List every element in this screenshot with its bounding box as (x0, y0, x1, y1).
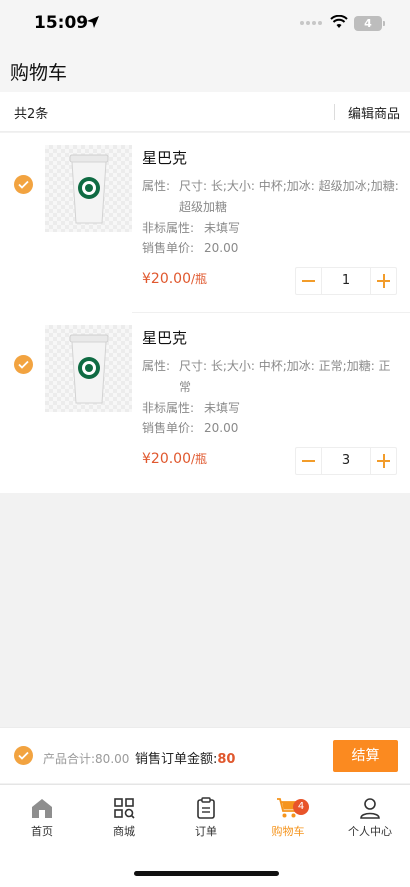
unit-price-label: 销售单价: (142, 421, 195, 435)
attribute-value: 尺寸: 长;大小: 中杯;加冰: 正常;加糖: 正常 (179, 359, 391, 394)
increase-quantity-button[interactable] (370, 448, 396, 474)
page-title: 购物车 (10, 62, 68, 84)
quantity-stepper: 3 (295, 447, 397, 475)
cart-summary-bar: 共2条 编辑商品 (0, 92, 410, 132)
unit-price-row: 销售单价: 20.00 (142, 238, 400, 259)
item-checkbox[interactable] (14, 355, 33, 374)
check-icon (18, 360, 29, 369)
item-checkbox[interactable] (14, 175, 33, 194)
check-icon (18, 180, 29, 189)
tab-profile[interactable]: 个人中心 (329, 795, 410, 845)
tab-label: 首页 (31, 825, 53, 838)
cart-item: 星巴克 属性: 尺寸: 长;大小: 中杯;加冰: 正常;加糖: 正常 非标属性:… (0, 313, 410, 493)
nav-bar: 购物车 (0, 46, 410, 92)
clipboard-icon (197, 797, 215, 819)
product-attributes: 属性: 尺寸: 长;大小: 中杯;加冰: 超级加冰;加糖: 超级加糖 (142, 176, 400, 218)
edit-items-button[interactable]: 编辑商品 (348, 103, 400, 122)
nonstandard-value: 未填写 (204, 221, 241, 235)
item-price: ¥20.00/瓶 (142, 270, 207, 287)
order-amount-label: 销售订单金额: (135, 752, 218, 767)
unit-price-label: 销售单价: (142, 241, 195, 255)
tab-label: 购物车 (271, 825, 305, 838)
price-unit: /瓶 (191, 272, 208, 286)
tab-home[interactable]: 首页 (1, 795, 83, 845)
cart-list: 星巴克 属性: 尺寸: 长;大小: 中杯;加冰: 超级加冰;加糖: 超级加糖 非… (0, 133, 410, 493)
cart-badge: 4 (293, 799, 309, 815)
price-amount: ¥20.00 (142, 451, 191, 467)
quantity-value[interactable]: 3 (322, 448, 370, 474)
grid-search-icon (114, 798, 135, 819)
product-image[interactable] (45, 325, 132, 412)
tab-label: 个人中心 (348, 825, 392, 838)
user-icon (360, 798, 380, 819)
status-time: 15:09 (34, 13, 89, 33)
tab-label: 订单 (195, 825, 217, 838)
decrease-quantity-button[interactable] (296, 448, 322, 474)
cart-item-count: 共2条 (14, 107, 49, 122)
item-price: ¥20.00/瓶 (142, 450, 207, 467)
nonstandard-attributes: 非标属性: 未填写 (142, 218, 400, 239)
home-icon (32, 799, 52, 818)
nonstandard-value: 未填写 (204, 401, 241, 415)
wifi-icon (330, 15, 348, 28)
check-icon (18, 751, 29, 760)
home-indicator[interactable] (134, 871, 279, 876)
cart-item: 星巴克 属性: 尺寸: 长;大小: 中杯;加冰: 超级加冰;加糖: 超级加糖 非… (0, 133, 410, 313)
checkout-button[interactable]: 结算 (333, 740, 398, 772)
decrease-quantity-button[interactable] (296, 268, 322, 294)
product-name: 星巴克 (142, 149, 188, 167)
nonstandard-attributes: 非标属性: 未填写 (142, 398, 400, 419)
coffee-cup-icon (69, 154, 109, 224)
unit-price-value: 20.00 (204, 421, 239, 435)
product-attributes: 属性: 尺寸: 长;大小: 中杯;加冰: 正常;加糖: 正常 (142, 356, 400, 398)
price-unit: /瓶 (191, 452, 208, 466)
unit-price-row: 销售单价: 20.00 (142, 418, 400, 439)
attribute-label: 属性: (142, 179, 171, 193)
order-amount-row: 销售订单金额:80 (135, 748, 235, 767)
checkout-bar: 产品合计:80.00 销售订单金额:80 结算 (0, 727, 410, 783)
tab-orders[interactable]: 订单 (165, 795, 247, 845)
signal-dots-icon (300, 21, 322, 25)
quantity-value[interactable]: 1 (322, 268, 370, 294)
attribute-value: 尺寸: 长;大小: 中杯;加冰: 超级加冰;加糖: 超级加糖 (179, 179, 399, 214)
battery-icon: 4 (354, 16, 385, 31)
nonstandard-label: 非标属性: (142, 221, 195, 235)
attribute-label: 属性: (142, 359, 171, 373)
tab-cart[interactable]: 4 购物车 (247, 795, 329, 845)
divider (334, 104, 335, 120)
order-amount-value: 80 (217, 752, 236, 767)
tab-mall[interactable]: 商城 (83, 795, 165, 845)
quantity-stepper: 1 (295, 267, 397, 295)
unit-price-value: 20.00 (204, 241, 239, 255)
select-all-checkbox[interactable] (14, 746, 33, 765)
tab-label: 商城 (113, 825, 135, 838)
status-bar: 15:09 4 (0, 0, 410, 46)
price-amount: ¥20.00 (142, 271, 191, 287)
nonstandard-label: 非标属性: (142, 401, 195, 415)
product-image[interactable] (45, 145, 132, 232)
tab-bar: 首页 商城 订单 4 购物车 个人中心 (0, 784, 410, 887)
product-name: 星巴克 (142, 329, 188, 347)
coffee-cup-icon (69, 334, 109, 404)
product-total: 产品合计:80.00 (43, 752, 130, 766)
increase-quantity-button[interactable] (370, 268, 396, 294)
location-arrow-icon (87, 16, 99, 28)
